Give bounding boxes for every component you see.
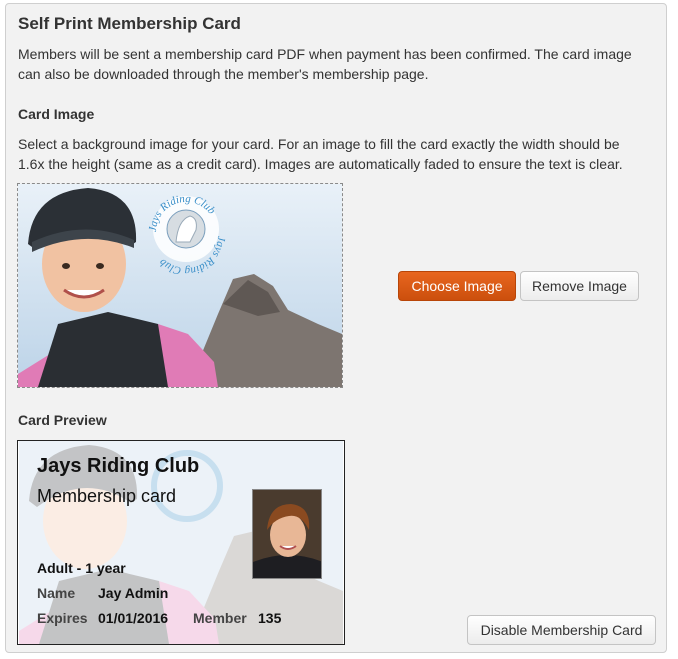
expires-label: Expires xyxy=(37,610,88,626)
member-portrait xyxy=(253,490,321,578)
expires-value: 01/01/2016 xyxy=(98,610,169,626)
membership-card-preview: Jays Riding Club Membership card Adult -… xyxy=(17,440,345,645)
card-background-image: Jays Riding Club Jays Riding Club xyxy=(17,183,343,388)
card-preview-heading: Card Preview xyxy=(18,412,107,428)
disable-membership-card-button[interactable]: Disable Membership Card xyxy=(467,615,656,645)
intro-text: Members will be sent a membership card P… xyxy=(18,46,632,82)
membership-card-panel: Self Print Membership Card Members will … xyxy=(5,3,667,653)
member-label: Member xyxy=(193,610,247,626)
membership-type: Adult - 1 year xyxy=(37,560,126,576)
card-title: Membership card xyxy=(37,486,177,506)
section-title: Self Print Membership Card xyxy=(18,14,241,33)
riding-photo: Jays Riding Club Jays Riding Club xyxy=(18,184,342,387)
card-club-name: Jays Riding Club xyxy=(37,455,200,477)
card-image-heading: Card Image xyxy=(18,106,95,122)
name-label: Name xyxy=(37,585,76,601)
card-image-description: Select a background image for your card.… xyxy=(18,136,623,172)
choose-image-button[interactable]: Choose Image xyxy=(398,271,516,301)
member-photo xyxy=(252,489,322,579)
remove-image-button[interactable]: Remove Image xyxy=(520,271,639,301)
member-value: 135 xyxy=(258,610,282,626)
name-value: Jay Admin xyxy=(98,585,169,601)
